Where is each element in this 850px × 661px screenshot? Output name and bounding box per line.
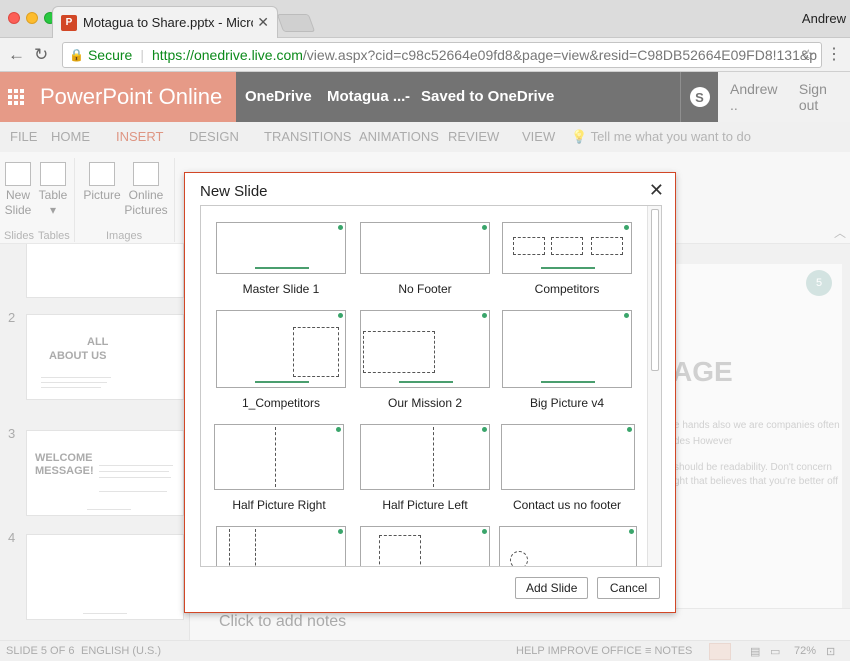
status-dot-icon (338, 529, 343, 534)
layout-option[interactable]: Big Picture v4 (501, 310, 633, 410)
browser-tab-bar: P Motagua to Share.pptx - Micro ✕ Andrew (0, 0, 850, 38)
layout-thumbnail (360, 526, 490, 566)
secure-label: Secure (87, 47, 133, 63)
placeholder-box (293, 327, 339, 377)
placeholder-box (551, 237, 583, 255)
back-arrow-icon[interactable]: ← (8, 45, 25, 65)
minimize-window-button[interactable] (26, 12, 38, 24)
layout-thumbnail (214, 424, 344, 490)
split-line (275, 427, 276, 487)
url-field[interactable]: 🔒 Secure | https://onedrive.live.com /vi… (62, 42, 822, 68)
split-line (255, 529, 256, 566)
placeholder-box (379, 535, 421, 566)
browser-tab-title: Motagua to Share.pptx - Micro (83, 15, 254, 30)
layout-thumbnail (360, 424, 490, 490)
browser-tab[interactable]: P Motagua to Share.pptx - Micro ✕ (52, 6, 278, 38)
layout-gallery[interactable]: Master Slide 1 No Footer Competitors 1_C… (200, 205, 662, 567)
footer-line (255, 381, 309, 383)
placeholder-box (591, 237, 623, 255)
layout-name: Half Picture Left (382, 498, 468, 512)
status-dot-icon (624, 225, 629, 230)
layout-thumbnail (502, 222, 632, 274)
status-dot-icon (624, 313, 629, 318)
status-dot-icon (336, 427, 341, 432)
status-dot-icon (482, 529, 487, 534)
new-tab-button[interactable] (276, 14, 316, 32)
status-dot-icon (627, 427, 632, 432)
layout-name: Master Slide 1 (242, 282, 320, 296)
layout-name: No Footer (398, 282, 452, 296)
layout-name: 1_Competitors (241, 396, 321, 410)
scrollbar-thumb[interactable] (651, 209, 659, 371)
browser-menu-icon[interactable]: ⋮ (826, 44, 842, 64)
gallery-scrollbar[interactable] (647, 206, 661, 566)
footer-line (541, 381, 595, 383)
browser-profile-name[interactable]: Andrew (802, 11, 846, 26)
layout-thumbnail (501, 424, 635, 490)
status-dot-icon (482, 313, 487, 318)
layout-option[interactable] (215, 526, 347, 566)
dialog-title: New Slide (200, 183, 268, 200)
split-line (229, 529, 230, 566)
close-icon[interactable]: ✕ (257, 14, 269, 31)
layout-option[interactable]: Competitors (501, 222, 633, 296)
layout-thumbnail (216, 310, 346, 388)
new-slide-dialog: New Slide ✕ Master Slide 1 No Footer Com… (184, 172, 676, 613)
split-line (433, 427, 434, 487)
placeholder-box (513, 237, 545, 255)
placeholder-circle (510, 551, 528, 566)
layout-thumbnail (502, 310, 632, 388)
layout-thumbnail (216, 222, 346, 274)
layout-option[interactable] (359, 526, 491, 566)
lock-icon: 🔒 (69, 48, 84, 62)
bookmark-star-icon[interactable]: ☆ (802, 46, 815, 64)
layout-thumbnail (360, 310, 490, 388)
layout-option[interactable]: No Footer (359, 222, 491, 296)
layout-name: Our Mission 2 (387, 396, 463, 410)
layout-name: Half Picture Right (232, 498, 326, 512)
layout-thumbnail (499, 526, 637, 566)
add-slide-button[interactable]: Add Slide (515, 577, 589, 599)
url-path: /view.aspx?cid=c98c52664e09fd8&page=view… (302, 47, 818, 63)
layout-name: Big Picture v4 (529, 396, 605, 410)
status-dot-icon (338, 225, 343, 230)
footer-line (399, 381, 453, 383)
layout-option[interactable]: Half Picture Left (359, 424, 491, 512)
url-host: https://onedrive.live.com (151, 47, 303, 63)
placeholder-box (363, 331, 435, 373)
layout-option[interactable]: 1_Competitors (215, 310, 347, 410)
address-bar-row: ← ↻ 🔒 Secure | https://onedrive.live.com… (0, 38, 850, 72)
layout-option[interactable]: Our Mission 2 (359, 310, 491, 410)
footer-line (255, 267, 309, 269)
reload-icon[interactable]: ↻ (34, 45, 48, 65)
powerpoint-icon: P (61, 14, 77, 31)
url-divider: | (140, 47, 144, 63)
layout-option[interactable]: Master Slide 1 (215, 222, 347, 296)
layout-option[interactable]: Half Picture Right (213, 424, 345, 512)
status-dot-icon (482, 225, 487, 230)
close-window-button[interactable] (8, 12, 20, 24)
close-icon[interactable]: ✕ (649, 180, 664, 201)
status-dot-icon (482, 427, 487, 432)
layout-thumbnail (216, 526, 346, 566)
layout-name: Competitors (534, 282, 600, 296)
layout-option[interactable] (499, 526, 637, 566)
status-dot-icon (338, 313, 343, 318)
layout-name: Contact us no footer (512, 498, 622, 512)
layout-thumbnail (360, 222, 490, 274)
footer-line (541, 267, 595, 269)
layout-option[interactable]: Contact us no footer (501, 424, 635, 512)
cancel-button[interactable]: Cancel (597, 577, 660, 599)
status-dot-icon (629, 529, 634, 534)
